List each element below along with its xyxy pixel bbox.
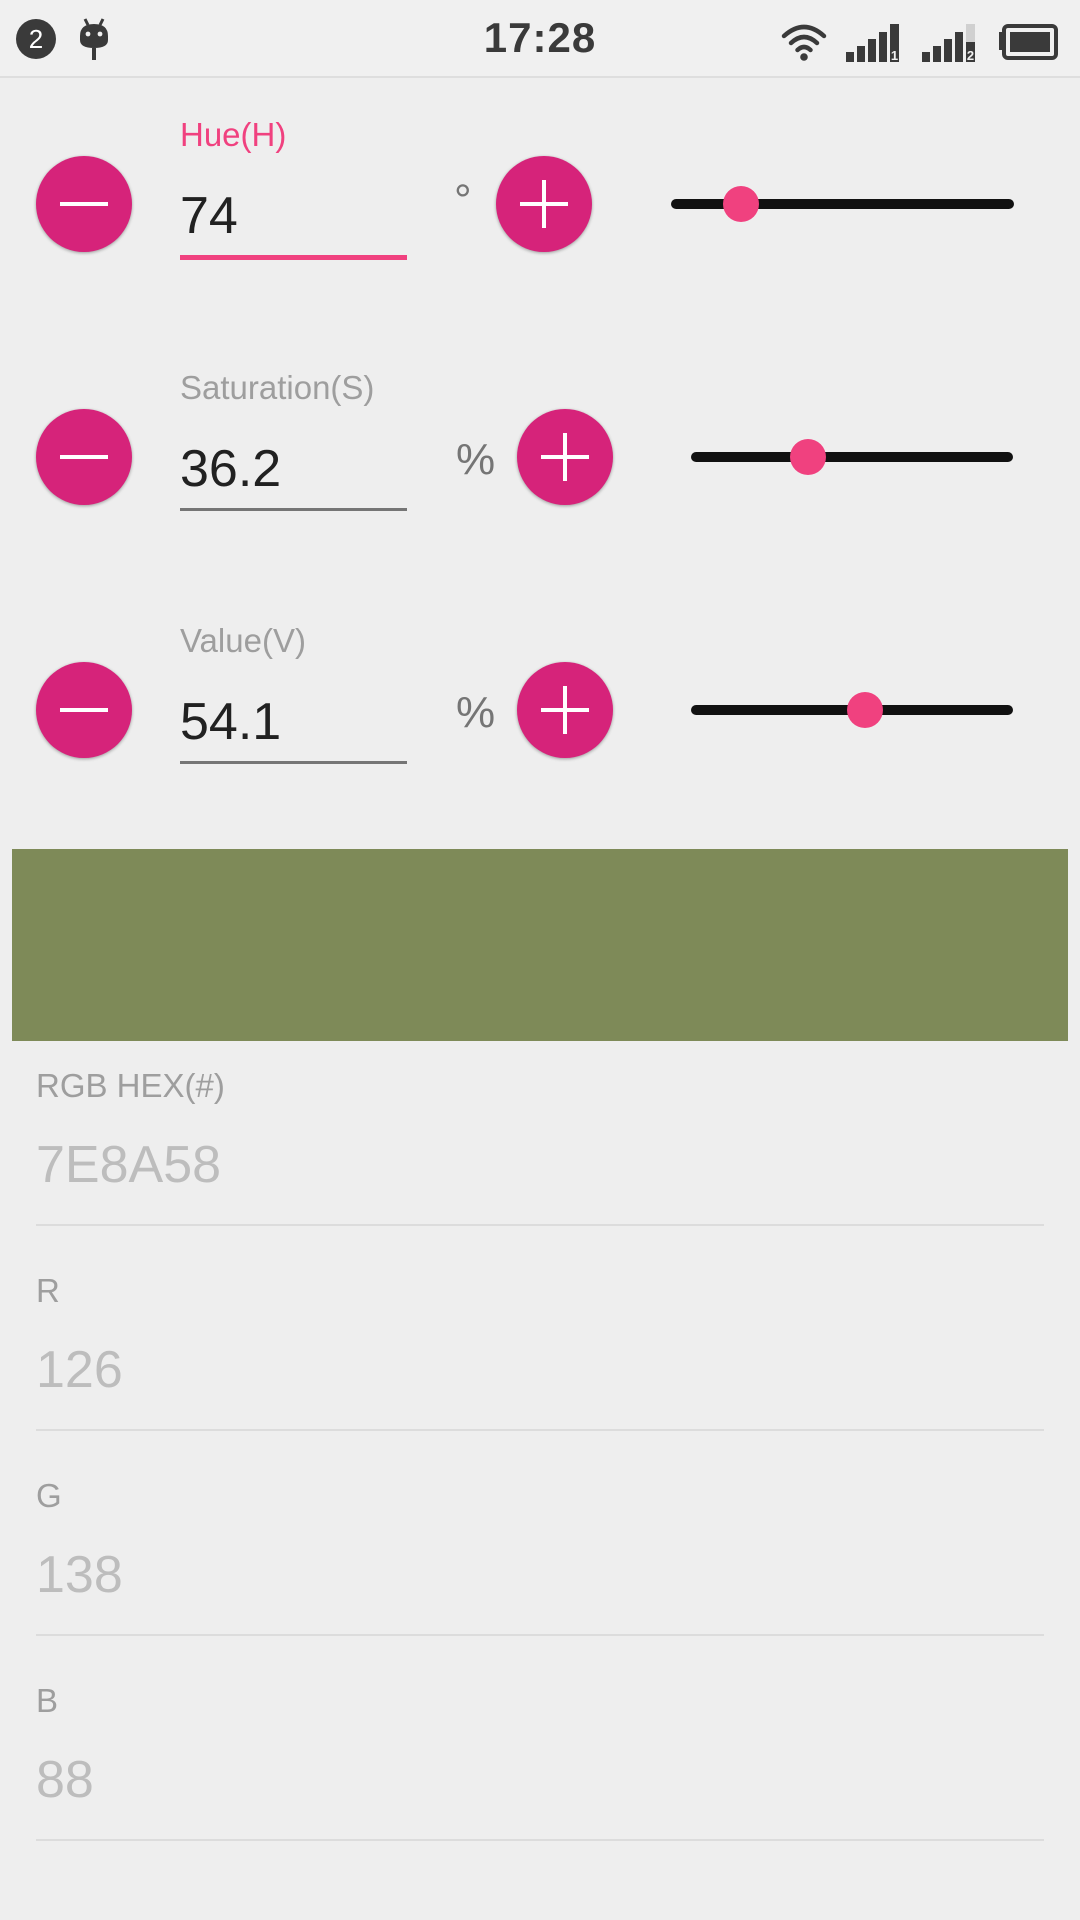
- hue-unit-label: °: [454, 176, 472, 225]
- green-output-field: G 138: [36, 1477, 1044, 1637]
- hue-slider-thumb[interactable]: [723, 186, 760, 222]
- red-underline: [36, 1429, 1044, 1431]
- svg-text:2: 2: [967, 48, 974, 62]
- saturation-slider-thumb[interactable]: [789, 439, 826, 475]
- value-row: Value(V) %: [0, 620, 1080, 780]
- blue-label: B: [36, 1682, 59, 1719]
- hex-label: RGB HEX(#): [36, 1067, 225, 1104]
- status-bar: 2 17:28 1 2: [0, 0, 1080, 78]
- blue-output-field: B 88: [36, 1682, 1044, 1842]
- minus-icon: [60, 202, 108, 206]
- android-debug-icon: [80, 18, 108, 60]
- saturation-slider[interactable]: [691, 439, 1013, 475]
- saturation-decrement-button[interactable]: [36, 409, 132, 505]
- status-icons: 1 2: [780, 16, 1058, 62]
- hex-output-field: RGB HEX(#) 7E8A58: [36, 1067, 1044, 1227]
- svg-text:1: 1: [891, 48, 898, 62]
- value-label: Value(V): [180, 622, 306, 659]
- battery-icon: [999, 24, 1058, 60]
- saturation-unit-label: %: [456, 435, 496, 484]
- notification-count-badge: 2: [16, 19, 56, 59]
- minus-icon: [60, 455, 108, 459]
- value-increment-button[interactable]: [517, 662, 613, 758]
- red-value: 126: [36, 1341, 123, 1399]
- blue-value: 88: [36, 1751, 94, 1809]
- wifi-icon: [781, 24, 827, 61]
- green-label: G: [36, 1477, 62, 1514]
- value-slider-thumb[interactable]: [847, 692, 884, 728]
- blue-underline: [36, 1839, 1044, 1841]
- status-clock: 17:28: [483, 14, 597, 61]
- hex-value: 7E8A58: [36, 1136, 222, 1194]
- hue-row: Hue(H) °: [0, 114, 1080, 274]
- signal-sim1-icon: 1: [846, 24, 899, 62]
- saturation-row: Saturation(S) %: [0, 367, 1080, 527]
- hue-input[interactable]: [180, 184, 407, 248]
- saturation-label: Saturation(S): [180, 369, 375, 406]
- color-preview-swatch: [12, 849, 1068, 1041]
- red-output-field: R 126: [36, 1272, 1044, 1432]
- value-input-underline: [180, 761, 407, 764]
- value-unit-label: %: [456, 688, 496, 737]
- green-underline: [36, 1634, 1044, 1636]
- signal-sim2-icon: 2: [922, 24, 975, 62]
- saturation-input-underline: [180, 508, 407, 511]
- minus-icon: [60, 708, 108, 712]
- hue-label: Hue(H): [180, 116, 287, 153]
- value-slider[interactable]: [691, 692, 1013, 728]
- value-decrement-button[interactable]: [36, 662, 132, 758]
- hue-slider[interactable]: [671, 186, 1014, 222]
- hue-decrement-button[interactable]: [36, 156, 132, 252]
- value-input[interactable]: [180, 690, 407, 754]
- hue-increment-button[interactable]: [496, 156, 592, 252]
- hue-input-underline: [180, 255, 407, 260]
- saturation-increment-button[interactable]: [517, 409, 613, 505]
- hex-underline: [36, 1224, 1044, 1226]
- red-label: R: [36, 1272, 60, 1309]
- green-value: 138: [36, 1546, 123, 1604]
- saturation-input[interactable]: [180, 437, 407, 501]
